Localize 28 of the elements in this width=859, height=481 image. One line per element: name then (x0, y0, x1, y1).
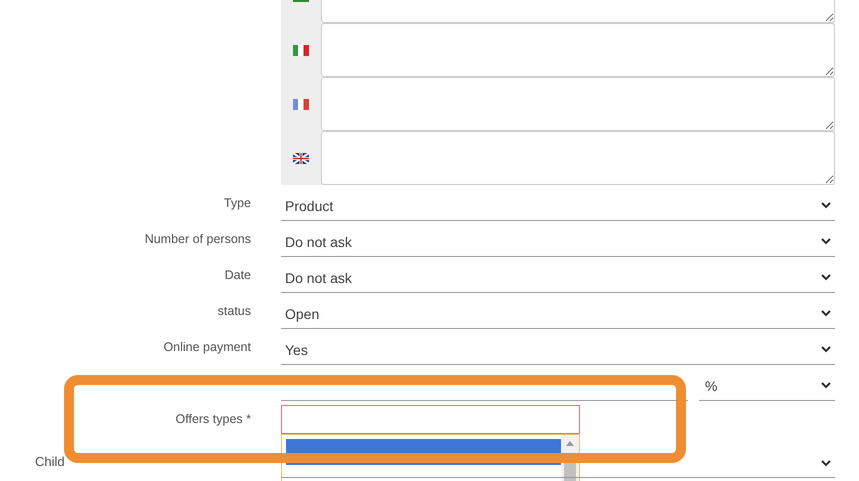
unit-select[interactable]: % (699, 369, 835, 401)
field-label: Date (224, 267, 251, 282)
chevron-icon (821, 274, 831, 281)
chevron-icon (821, 346, 831, 353)
chevron-icon (821, 238, 831, 245)
flag-icon (293, 44, 309, 56)
flag-icon (293, 152, 309, 164)
field-label: Number of persons (144, 231, 251, 246)
field-label: Child (35, 453, 66, 469)
field-label: Online payment (162, 339, 251, 354)
select-field[interactable]: Do not ask (281, 225, 835, 257)
chevron-icon (821, 382, 831, 389)
chevron-icon (821, 460, 831, 467)
chevron-icon (821, 310, 831, 317)
text-area[interactable] (321, 131, 835, 185)
flag-icon (293, 98, 309, 110)
field-label: Offers types * (174, 411, 251, 426)
chevron-icon (821, 202, 831, 209)
select-field[interactable]: Do not ask (281, 261, 835, 293)
select-field[interactable]: Open (281, 297, 835, 329)
field-label: Type (222, 195, 251, 210)
offers-field[interactable] (281, 405, 580, 434)
select-field[interactable]: Product (281, 189, 835, 221)
text-area[interactable] (321, 77, 835, 131)
scroll-up-icon (566, 441, 574, 446)
select-field[interactable]: Yes (281, 333, 835, 365)
field-label: status (216, 303, 251, 318)
text-area[interactable] (321, 23, 835, 77)
